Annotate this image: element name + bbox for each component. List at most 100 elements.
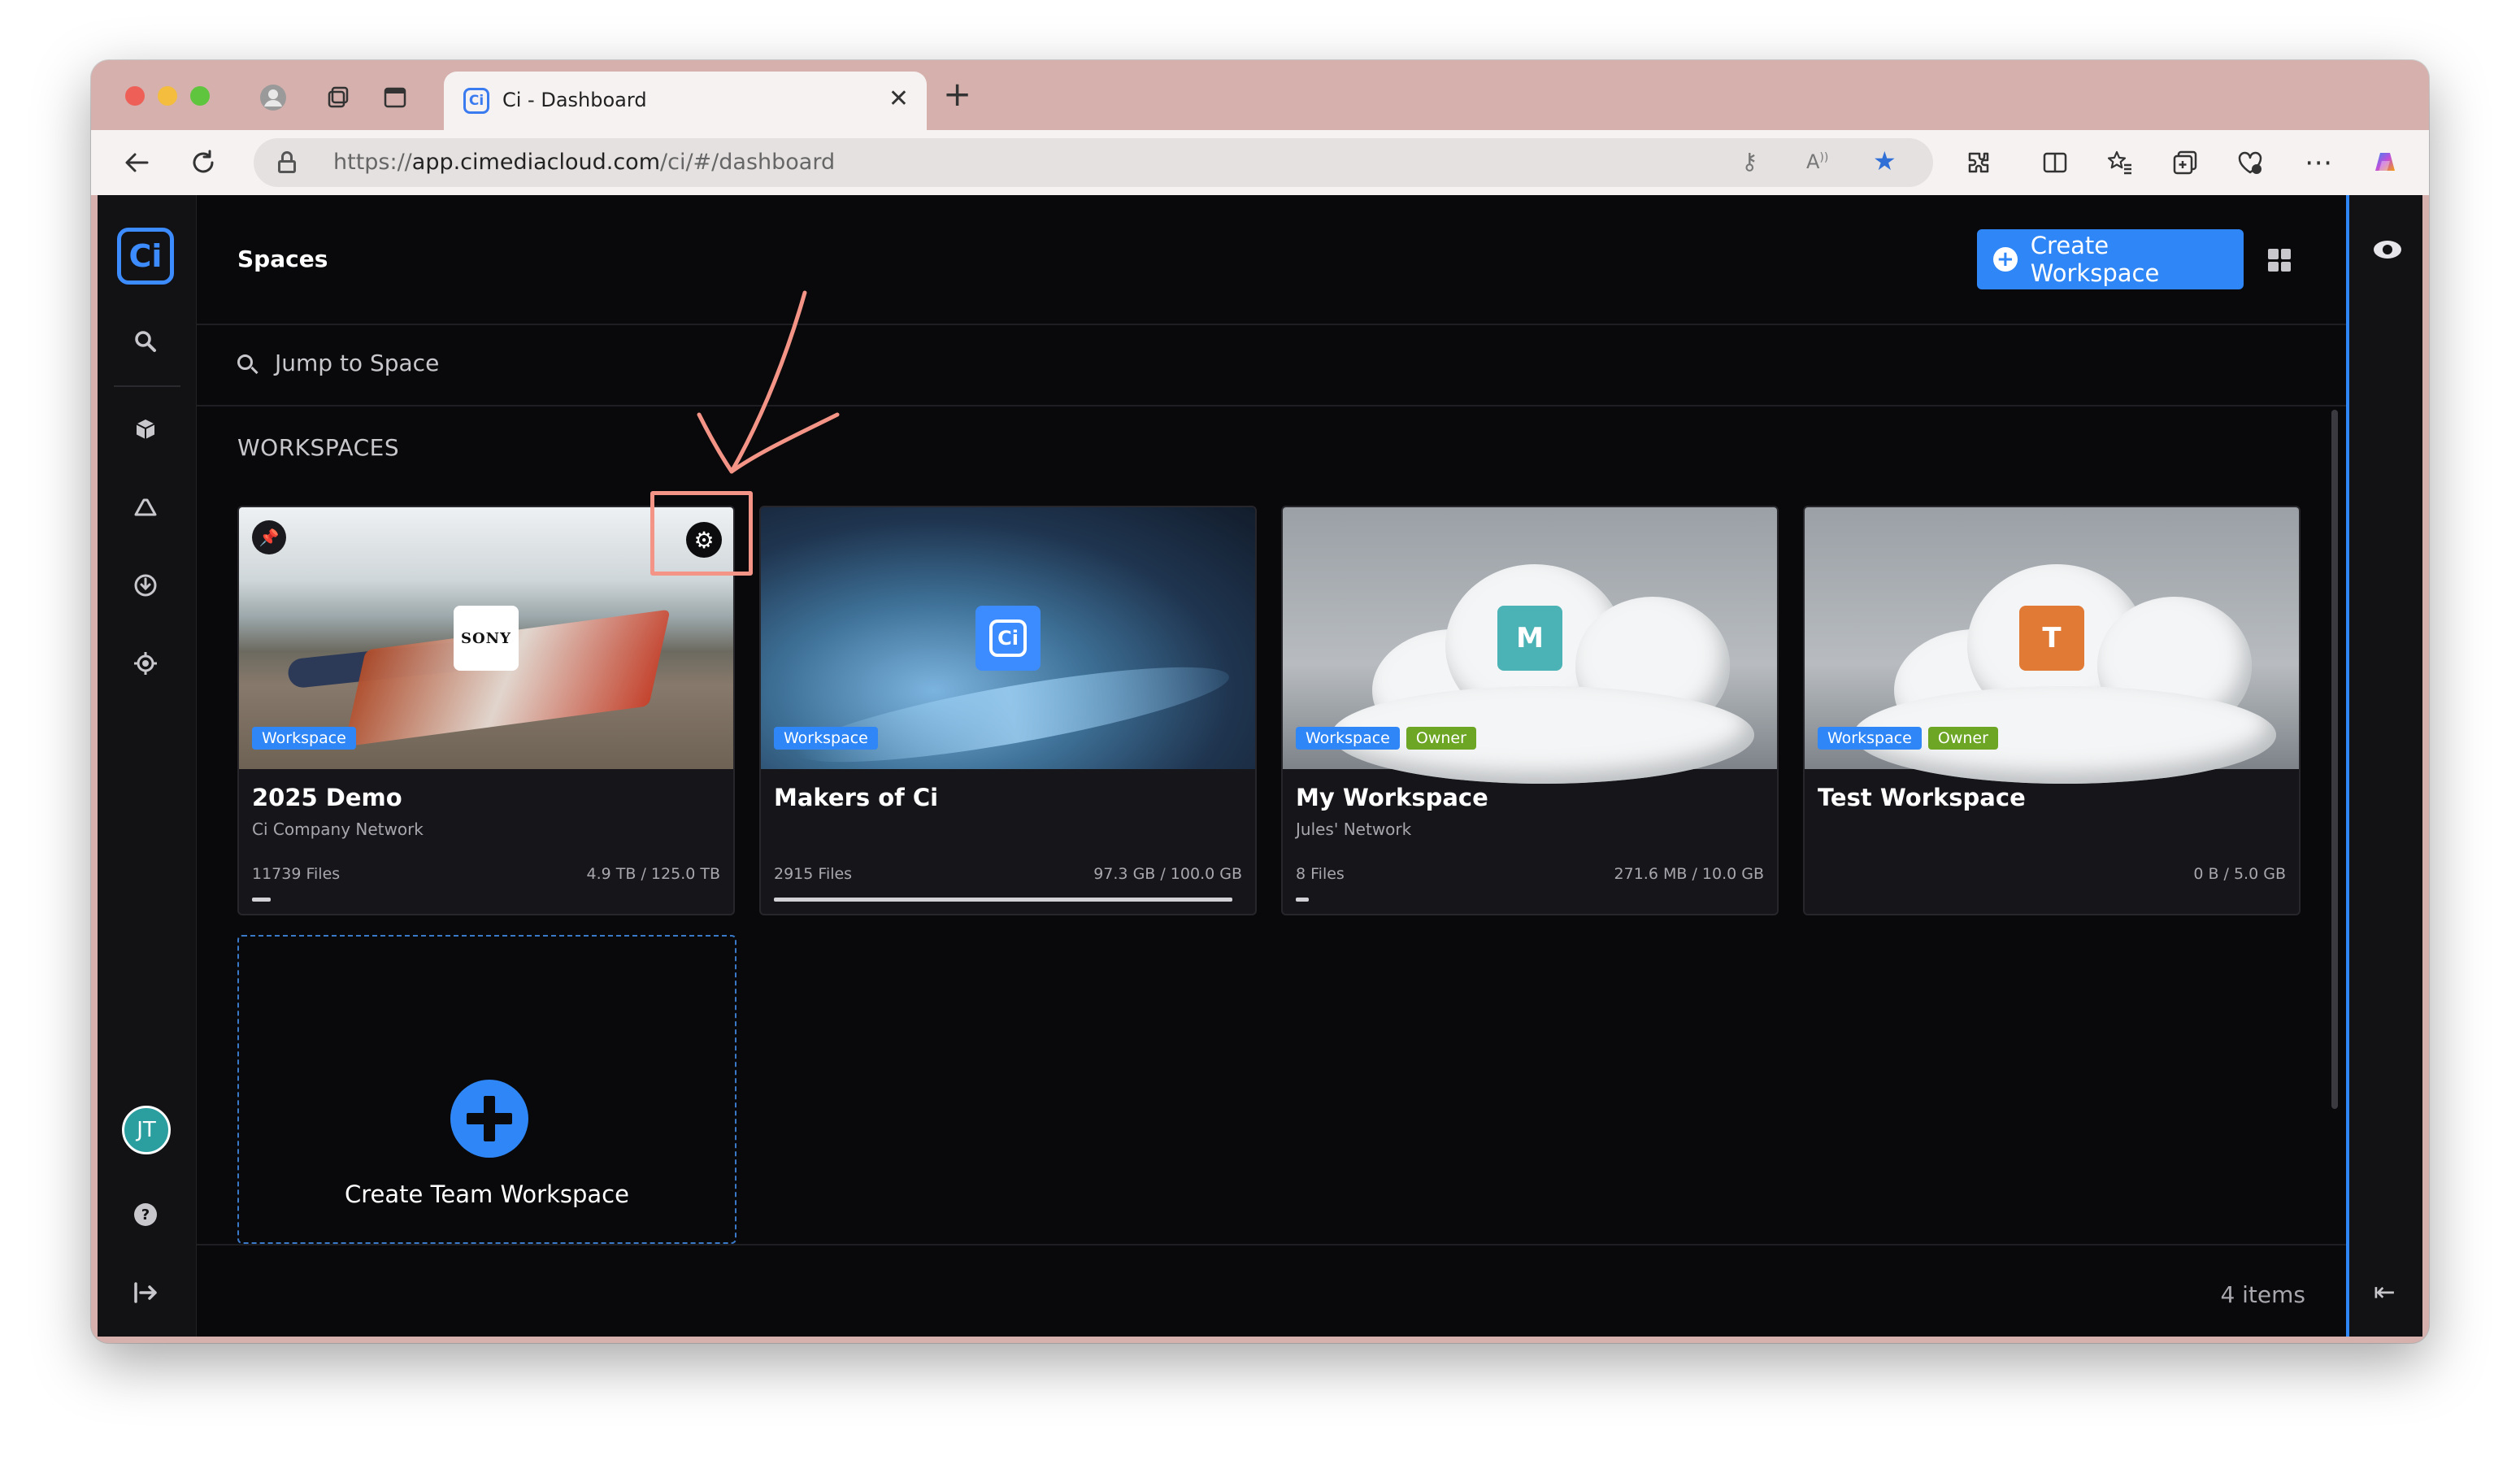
- profile-icon[interactable]: [257, 81, 289, 114]
- tag-row: Workspace Owner: [1296, 727, 1476, 750]
- sidebar-rail: Ci JT ?: [98, 195, 197, 1337]
- user-avatar[interactable]: JT: [122, 1106, 171, 1154]
- workspace-initial-badge: T: [2019, 606, 2084, 671]
- workspace-logo: SONY: [454, 606, 519, 671]
- more-options-icon[interactable]: ⋯: [2301, 145, 2336, 180]
- section-title: WORKSPACES: [237, 434, 400, 461]
- extensions-icon[interactable]: [1961, 145, 1996, 180]
- search-input[interactable]: Jump to Space: [275, 350, 439, 376]
- workspace-tag: Workspace: [1818, 727, 1922, 750]
- favorites-icon[interactable]: [2102, 145, 2138, 180]
- split-screen-icon[interactable]: [2037, 145, 2073, 180]
- tab-title: Ci - Dashboard: [502, 89, 647, 111]
- favorite-star-icon[interactable]: ★: [1873, 146, 1897, 176]
- copilot-icon[interactable]: [2367, 145, 2403, 180]
- page-title: Spaces: [237, 246, 328, 272]
- pin-icon[interactable]: 📌: [252, 520, 286, 554]
- create-workspace-label: Create Workspace: [2030, 232, 2160, 287]
- tag-row: Workspace Owner: [1818, 727, 1998, 750]
- eye-icon[interactable]: [2374, 241, 2401, 259]
- workspace-cover-image: T Workspace Owner: [1805, 507, 2299, 784]
- annotation-highlight-box: [650, 491, 753, 576]
- browser-essentials-icon[interactable]: [2232, 145, 2268, 180]
- maximize-window-button[interactable]: [190, 86, 210, 106]
- storage-bar: [252, 898, 271, 902]
- target-icon[interactable]: [128, 646, 163, 681]
- collections-icon[interactable]: [2167, 145, 2203, 180]
- tab-strip: Ci Ci - Dashboard ✕ +: [91, 60, 2429, 130]
- scrollbar[interactable]: [2331, 410, 2338, 1109]
- storage-usage: 4.9 TB / 125.0 TB: [586, 865, 720, 883]
- tag-row: Workspace: [252, 727, 356, 750]
- favicon-icon: Ci: [463, 88, 489, 114]
- vertical-tabs-icon[interactable]: [379, 81, 411, 114]
- browser-toolbar: https://app.cimediacloud.com/ci/#/dashbo…: [91, 130, 2429, 195]
- search-icon: [237, 354, 259, 375]
- workspace-initial-badge: M: [1497, 606, 1562, 671]
- owner-tag: Owner: [1406, 727, 1476, 750]
- lock-icon[interactable]: [278, 151, 296, 173]
- create-workspace-button[interactable]: + Create Workspace: [1977, 229, 2244, 289]
- create-team-workspace-label: Create Team Workspace: [345, 1180, 629, 1208]
- cloud-icon[interactable]: [128, 489, 163, 525]
- url-text: https://app.cimediacloud.com/ci/#/dashbo…: [333, 150, 836, 175]
- workspace-name: Test Workspace: [1818, 784, 2026, 811]
- rail-divider: [114, 385, 180, 387]
- help-icon[interactable]: ?: [128, 1197, 163, 1232]
- ci-logo[interactable]: Ci: [117, 228, 174, 285]
- main-content: Spaces + Create Workspace Jump to Space …: [197, 195, 2346, 1337]
- back-icon[interactable]: [119, 145, 154, 180]
- owner-tag: Owner: [1927, 727, 1998, 750]
- add-icon[interactable]: [450, 1080, 528, 1158]
- storage-bar: [1296, 898, 1309, 902]
- workspace-tag: Workspace: [1296, 727, 1400, 750]
- cube-icon[interactable]: [128, 411, 163, 447]
- workspace-network: Ci Company Network: [252, 819, 424, 839]
- close-tab-icon[interactable]: ✕: [889, 85, 909, 113]
- workspace-name: My Workspace: [1296, 784, 1488, 811]
- minimize-window-button[interactable]: [158, 86, 177, 106]
- new-tab-button[interactable]: +: [943, 77, 971, 111]
- workspace-card-makers-of-ci[interactable]: Ci Workspace Makers of Ci 2915 Files 97.…: [759, 506, 1257, 915]
- workspace-name: 2025 Demo: [252, 784, 402, 811]
- workspace-cover-image: M Workspace Owner: [1283, 507, 1777, 784]
- plus-circle-icon: +: [1993, 247, 2018, 272]
- address-bar[interactable]: https://app.cimediacloud.com/ci/#/dashbo…: [254, 138, 1933, 187]
- create-team-workspace-card[interactable]: Create Team Workspace: [237, 935, 736, 1244]
- workspace-card-my-workspace[interactable]: M Workspace Owner My Workspace Jules' Ne…: [1281, 506, 1779, 915]
- storage-usage: 271.6 MB / 10.0 GB: [1614, 865, 1764, 883]
- file-count: 11739 Files: [252, 865, 341, 883]
- grid-view-icon[interactable]: [2268, 249, 2291, 272]
- browser-window: Ci Ci - Dashboard ✕ + https://app.cimedi…: [91, 60, 2429, 1343]
- workspace-name: Makers of Ci: [774, 784, 939, 811]
- reload-icon[interactable]: [185, 145, 221, 180]
- tag-row: Workspace: [774, 727, 878, 750]
- jump-to-space-search[interactable]: Jump to Space: [197, 325, 2346, 406]
- browser-tab[interactable]: Ci Ci - Dashboard ✕: [444, 72, 927, 130]
- right-panel: ⇤: [2346, 195, 2422, 1337]
- page-header: Spaces + Create Workspace: [197, 195, 2346, 325]
- search-icon[interactable]: [128, 324, 163, 359]
- workspace-card-test-workspace[interactable]: T Workspace Owner Test Workspace 0 B / 5…: [1803, 506, 2301, 915]
- item-count: 4 items: [2220, 1281, 2305, 1308]
- workspace-tag: Workspace: [774, 727, 878, 750]
- key-icon[interactable]: ⚷: [1741, 148, 1758, 175]
- workspaces-icon[interactable]: [322, 81, 354, 114]
- footer-bar: 4 items: [197, 1244, 2346, 1337]
- file-count: 8 Files: [1296, 865, 1345, 883]
- storage-usage: 97.3 GB / 100.0 GB: [1093, 865, 1242, 883]
- workspace-network: Jules' Network: [1296, 819, 1412, 839]
- svg-text:?: ?: [141, 1206, 150, 1224]
- workspace-logo: Ci: [975, 606, 1041, 671]
- storage-usage: 0 B / 5.0 GB: [2193, 865, 2286, 883]
- workspace-tag: Workspace: [252, 727, 356, 750]
- file-count: 2915 Files: [774, 865, 853, 883]
- sign-out-icon[interactable]: [128, 1275, 163, 1311]
- collapse-panel-icon[interactable]: ⇤: [2374, 1276, 2396, 1307]
- read-aloud-icon[interactable]: A)): [1806, 150, 1828, 173]
- workspace-cover-image: Ci Workspace: [761, 507, 1255, 781]
- annotation-arrow: [697, 290, 840, 474]
- ci-app: Ci JT ? Spaces + Create Workspace Jump t…: [98, 195, 2422, 1337]
- close-window-button[interactable]: [125, 86, 145, 106]
- download-icon[interactable]: [128, 567, 163, 603]
